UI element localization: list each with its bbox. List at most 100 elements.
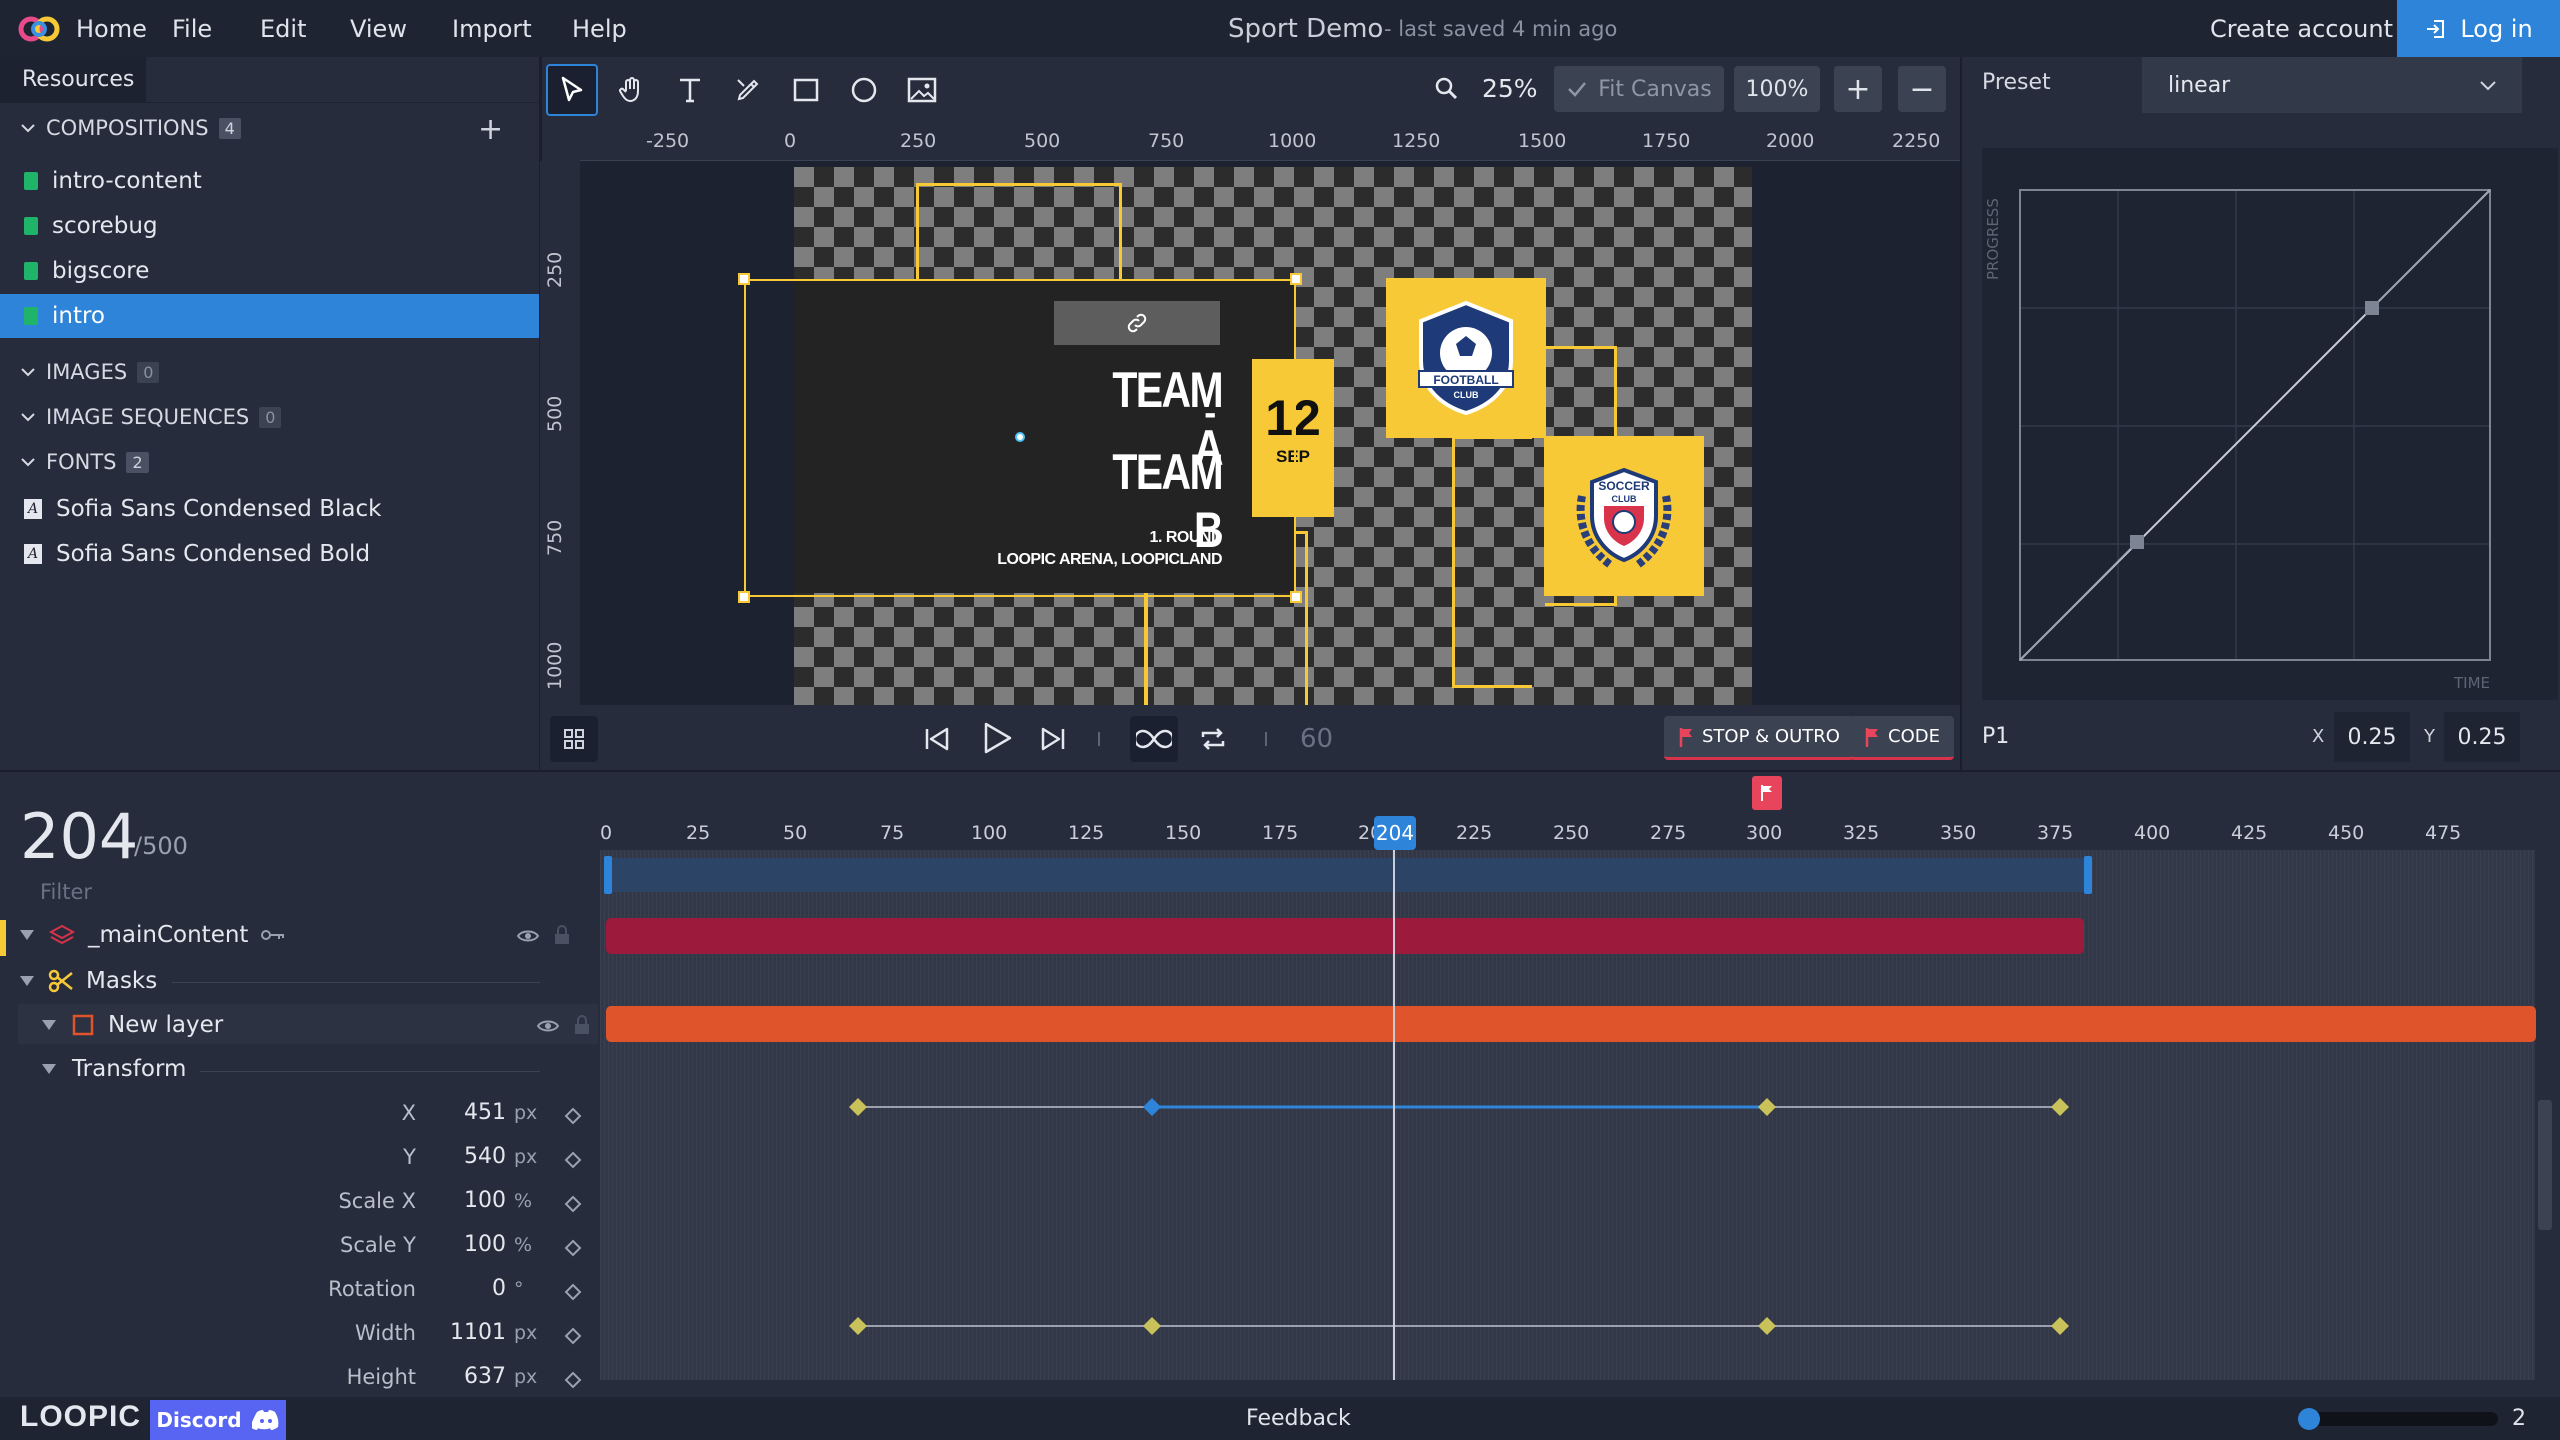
outro-marker[interactable] (1752, 776, 1782, 810)
document-title[interactable]: Sport Demo (1228, 0, 1383, 59)
font-item[interactable]: A Sofia Sans Condensed Bold (0, 532, 540, 576)
keyframe-toggle-column[interactable] (562, 1104, 584, 1394)
resize-handle[interactable] (738, 273, 750, 285)
main-content-layer-bar[interactable] (606, 918, 2084, 954)
keyframe-diamond[interactable] (849, 1317, 867, 1335)
easing-graph[interactable] (1982, 148, 2540, 700)
keyframe-toggle-icon[interactable] (564, 1239, 582, 1257)
property-row[interactable]: Scale Y 100% (16, 1232, 616, 1257)
soccer-club-logo[interactable]: SOCCER CLUB (1544, 436, 1704, 596)
loopic-logo-icon[interactable] (18, 14, 62, 44)
discord-button[interactable]: Discord (150, 1400, 286, 1440)
new-layer-bar[interactable] (606, 1006, 2536, 1042)
feedback-link[interactable]: Feedback (1246, 1406, 1351, 1431)
login-button[interactable]: Log in (2397, 0, 2560, 57)
image-tool[interactable] (896, 64, 948, 116)
timeline-scrollbar[interactable] (2538, 1100, 2552, 1230)
add-composition-button[interactable]: + (478, 112, 503, 147)
loop-button[interactable] (1130, 716, 1178, 762)
keyframe-diamond[interactable] (1143, 1317, 1161, 1335)
composition-item-selected[interactable]: intro (0, 294, 540, 338)
property-row[interactable]: Height 637 px (16, 1364, 616, 1389)
keyframe-toggle-icon[interactable] (564, 1371, 582, 1389)
zoom-out-button[interactable]: − (1898, 66, 1946, 112)
menu-view[interactable]: View (350, 0, 407, 57)
property-row[interactable]: Scale X 100% (16, 1188, 616, 1213)
property-value[interactable]: 451 (416, 1100, 506, 1125)
keyframe-diamond[interactable] (2051, 1098, 2069, 1116)
keyframe-diamond[interactable] (2051, 1317, 2069, 1335)
lock-icon[interactable] (572, 1014, 592, 1036)
fit-canvas-button[interactable]: Fit Canvas (1554, 66, 1724, 112)
select-tool[interactable] (546, 64, 598, 116)
football-club-logo[interactable]: FOOTBALL CLUB (1386, 278, 1546, 438)
font-item[interactable]: A Sofia Sans Condensed Black (0, 487, 540, 531)
skip-back-button[interactable] (922, 724, 952, 754)
section-compositions[interactable]: COMPOSITIONS 4 (20, 116, 241, 140)
property-value[interactable]: 637 (416, 1364, 506, 1389)
menu-file[interactable]: File (172, 0, 212, 57)
property-value[interactable]: 100 (416, 1188, 506, 1213)
zoom-level[interactable]: 25% (1482, 74, 1538, 103)
repeat-button[interactable] (1198, 724, 1228, 754)
keyframe-diamond-selected[interactable] (1143, 1098, 1161, 1116)
hand-tool[interactable] (606, 64, 658, 116)
property-value[interactable]: 0 (416, 1276, 506, 1301)
property-row[interactable]: Rotation 0 ° (16, 1276, 616, 1301)
work-area-range[interactable] (606, 858, 2092, 892)
section-fonts[interactable]: FONTS 2 (20, 450, 149, 474)
section-image-sequences[interactable]: IMAGE SEQUENCES 0 (20, 405, 282, 429)
zoom-in-button[interactable]: + (1834, 66, 1882, 112)
resize-handle[interactable] (738, 591, 750, 603)
menu-edit[interactable]: Edit (260, 0, 306, 57)
zoom-slider-handle[interactable] (2298, 1408, 2320, 1430)
menu-import[interactable]: Import (452, 0, 532, 57)
playhead-line[interactable] (1393, 850, 1395, 1380)
section-images[interactable]: IMAGES 0 (20, 360, 160, 384)
property-value[interactable]: 100 (416, 1232, 506, 1257)
ellipse-tool[interactable] (838, 64, 890, 116)
work-area-start-handle[interactable] (604, 856, 612, 894)
keyframe-toggle-icon[interactable] (564, 1107, 582, 1125)
property-row[interactable]: Width 1101 px (16, 1320, 616, 1345)
play-button[interactable] (978, 720, 1014, 756)
current-frame[interactable]: 204 (20, 800, 138, 873)
bezier-handle-p2[interactable] (2365, 301, 2379, 315)
grid-toggle-button[interactable] (550, 716, 598, 762)
keyframe-toggle-icon[interactable] (564, 1195, 582, 1213)
keyframe-diamond[interactable] (1758, 1098, 1776, 1116)
visibility-eye-icon[interactable] (536, 1016, 560, 1036)
property-row[interactable]: X 451 px (16, 1100, 616, 1125)
composition-item[interactable]: scorebug (0, 204, 540, 248)
property-value[interactable]: 1101 (416, 1320, 506, 1345)
panel-scrollbar[interactable] (2540, 148, 2558, 700)
resize-handle[interactable] (1290, 273, 1302, 285)
fps-value[interactable]: 60 (1300, 724, 1333, 754)
composition-item[interactable]: bigscore (0, 249, 540, 293)
menu-home[interactable]: Home (76, 0, 147, 57)
playhead-frame[interactable]: 204 (1374, 816, 1416, 850)
keyframe-diamond[interactable] (1758, 1317, 1776, 1335)
keyframe-toggle-icon[interactable] (564, 1151, 582, 1169)
zoom-slider-track[interactable] (2300, 1412, 2498, 1426)
bezier-handle-p1[interactable] (2130, 535, 2144, 549)
p1-y-input[interactable]: 0.25 (2444, 712, 2520, 762)
layer-masks[interactable]: Masks (18, 968, 618, 994)
keyframe-tracks[interactable] (600, 1090, 2535, 1350)
resize-handle[interactable] (1290, 591, 1302, 603)
property-value[interactable]: 540 (416, 1144, 506, 1169)
skip-forward-button[interactable] (1038, 724, 1068, 754)
work-area-end-handle[interactable] (2084, 856, 2092, 894)
rectangle-tool[interactable] (780, 64, 832, 116)
pen-tool[interactable] (722, 64, 774, 116)
canvas-viewport[interactable]: TEAM A - TEAM B 1. ROUND LOOPIC ARENA, L… (580, 161, 1960, 705)
p1-x-input[interactable]: 0.25 (2334, 712, 2410, 762)
text-tool[interactable] (664, 64, 716, 116)
menu-help[interactable]: Help (572, 0, 627, 57)
keyframe-toggle-icon[interactable] (564, 1283, 582, 1301)
composition-item[interactable]: intro-content (0, 159, 540, 203)
keyframe-toggle-icon[interactable] (564, 1327, 582, 1345)
code-button[interactable]: CODE (1850, 716, 1954, 760)
stop-outro-button[interactable]: STOP & OUTRO (1664, 716, 1854, 760)
property-row[interactable]: Y 540 px (16, 1144, 616, 1169)
